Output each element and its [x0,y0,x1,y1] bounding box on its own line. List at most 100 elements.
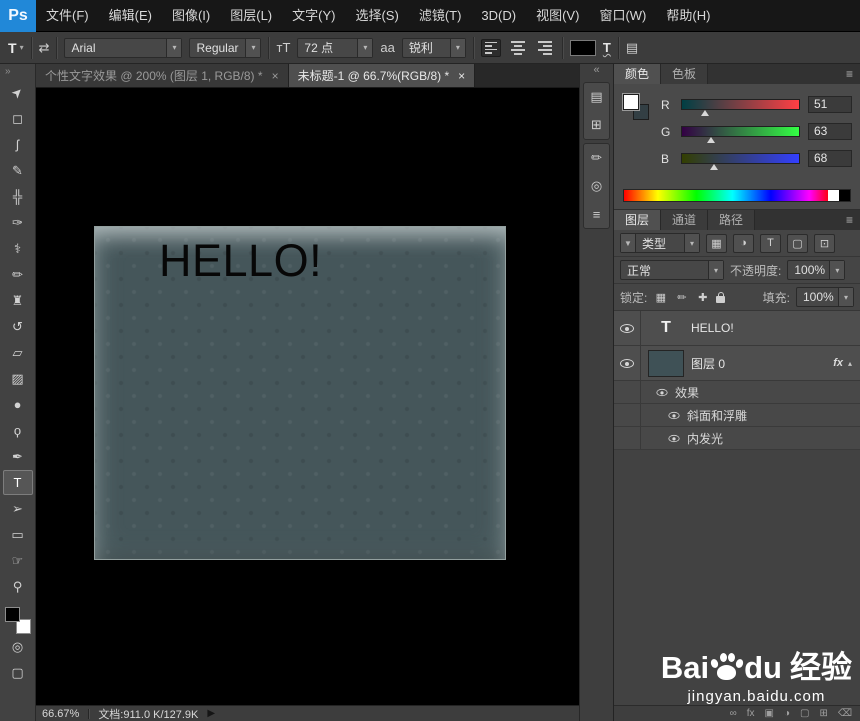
menu-item-select[interactable]: 选择(S) [345,0,408,31]
fx-collapse-icon[interactable]: ▴ [848,359,852,368]
layer-effects-badge[interactable]: fx ▴ [833,357,860,369]
eye-icon[interactable] [668,434,680,442]
new-layer-icon[interactable]: ⊞ [819,706,827,721]
layer-row-pixel[interactable]: 图层 0 fx ▴ [614,346,860,381]
lasso-tool[interactable]: ʃ [3,132,33,157]
blur-tool[interactable]: ● [3,392,33,417]
white-black-swatches[interactable] [828,190,850,201]
text-layer-thumbnail[interactable]: T [648,315,684,342]
clone-stamp-tool[interactable]: ♜ [3,288,33,313]
effects-label[interactable]: 效果 [675,384,699,401]
font-style-select[interactable]: Regular ▾ [189,37,262,58]
font-family-select[interactable]: Arial ▾ [64,37,183,58]
delete-layer-icon[interactable]: ⌫ [838,706,852,721]
path-selection-tool[interactable]: ➢ [3,496,33,521]
filter-pixel-layers-icon[interactable]: ▦ [706,233,727,253]
layer-filter-select[interactable]: ▼ 类型 ▾ [620,233,700,253]
brush-tool[interactable]: ✏ [3,262,33,287]
lock-all-icon[interactable] [716,291,726,303]
tab-layers[interactable]: 图层 [614,210,662,230]
zoom-tool[interactable]: ⚲ [3,574,33,599]
brush-panel-icon[interactable]: ✏ [584,144,609,172]
foreground-background-swatches[interactable] [4,607,31,634]
dodge-tool[interactable]: ϙ [3,418,33,443]
lock-transparency-icon[interactable]: ▦ [653,291,668,304]
align-right-button[interactable] [535,39,555,57]
tab-color[interactable]: 颜色 [614,64,662,84]
eye-icon[interactable] [656,388,668,396]
quick-selection-tool[interactable]: ✎ [3,158,33,183]
fx-icon[interactable]: fx [833,357,843,369]
close-icon[interactable]: × [458,69,465,83]
type-tool[interactable]: T [2,470,33,495]
hand-tool[interactable]: ☞ [3,548,33,573]
color-swatch-pair[interactable] [623,94,653,124]
menu-item-filter[interactable]: 滤镜(T) [409,0,472,31]
pen-tool[interactable]: ✒ [3,444,33,469]
menu-item-edit[interactable]: 编辑(E) [99,0,162,31]
eyedropper-tool[interactable]: ✑ [3,210,33,235]
menu-item-view[interactable]: 视图(V) [526,0,589,31]
gradient-tool[interactable]: ▨ [3,366,33,391]
menu-item-3d[interactable]: 3D(D) [471,0,526,31]
eye-icon[interactable] [620,358,634,368]
styles-panel-icon[interactable]: ▤ [584,83,609,111]
layer-style-icon[interactable]: fx [747,706,755,721]
blue-slider[interactable] [681,153,800,170]
crop-tool[interactable]: ╬ [3,184,33,209]
slider-handle[interactable] [707,137,716,143]
close-icon[interactable]: × [272,69,279,83]
foreground-color-swatch[interactable] [4,607,20,622]
lock-image-icon[interactable]: ✏ [674,291,689,304]
blend-mode-select[interactable]: 正常 ▾ [620,260,724,280]
effect-label[interactable]: 斜面和浮雕 [687,407,747,424]
rectangle-tool[interactable]: ▭ [3,522,33,547]
warp-text-icon[interactable]: T [603,40,611,55]
slider-handle[interactable] [701,110,710,116]
effect-label[interactable]: 内发光 [687,430,723,447]
eraser-tool[interactable]: ▱ [3,340,33,365]
dock-collapse-icon[interactable]: « [580,64,613,79]
layer-thumbnail[interactable] [648,349,684,377]
canvas-area[interactable]: HELLO! [36,88,579,705]
tool-preset-picker[interactable]: T ▾ [8,40,24,56]
link-layers-icon[interactable]: ∞ [730,706,737,721]
text-color-swatch[interactable] [569,39,596,56]
tab-paths[interactable]: 路径 [708,210,756,230]
fill-select[interactable]: 100% ▾ [796,287,854,307]
layer-mask-icon[interactable]: ▣ [765,706,774,721]
effects-row[interactable]: 效果 [614,381,860,404]
menu-item-file[interactable]: 文件(F) [36,0,99,31]
layer-name[interactable]: HELLO! [691,321,734,335]
filter-smart-object-icon[interactable]: ⊡ [814,233,835,253]
visibility-cell[interactable] [614,311,641,345]
lock-position-icon[interactable]: ✚ [695,291,710,304]
zoom-level-field[interactable]: 66.67% [42,708,79,720]
color-spectrum-ramp[interactable] [623,189,851,202]
red-slider[interactable] [681,99,800,116]
menu-item-type[interactable]: 文字(Y) [282,0,345,31]
eye-icon[interactable] [620,323,634,333]
healing-brush-tool[interactable]: ⚕ [3,236,33,261]
screen-mode-button[interactable]: ▢ [3,660,33,685]
adjustment-layer-icon[interactable]: ◑ [784,706,790,721]
align-left-button[interactable] [480,38,501,57]
green-value-field[interactable]: 63 [808,123,852,140]
eye-icon[interactable] [668,411,680,419]
toggle-panels-icon[interactable]: ▤ [626,40,638,56]
filter-type-layers-icon[interactable]: T [760,233,781,253]
document-tab-1[interactable]: 个性文字效果 @ 200% (图层 1, RGB/8) * × [36,64,289,87]
anti-alias-select[interactable]: 锐利 ▾ [401,37,466,58]
character-panel-icon[interactable]: ≡ [584,200,609,228]
align-center-button[interactable] [508,39,528,57]
front-color-swatch[interactable] [623,94,639,110]
effect-bevel-emboss-row[interactable]: 斜面和浮雕 [614,404,860,427]
move-tool[interactable]: ➤ [3,80,33,105]
red-value-field[interactable]: 51 [808,96,852,113]
canvas-text[interactable]: HELLO! [159,235,322,287]
menu-item-image[interactable]: 图像(I) [162,0,220,31]
rectangular-marquee-tool[interactable]: ◻ [3,106,33,131]
text-orientation-toggle-icon[interactable]: ⇄ [39,40,50,56]
opacity-select[interactable]: 100% ▾ [787,260,846,280]
status-menu-arrow-icon[interactable]: ▶ [207,708,215,719]
